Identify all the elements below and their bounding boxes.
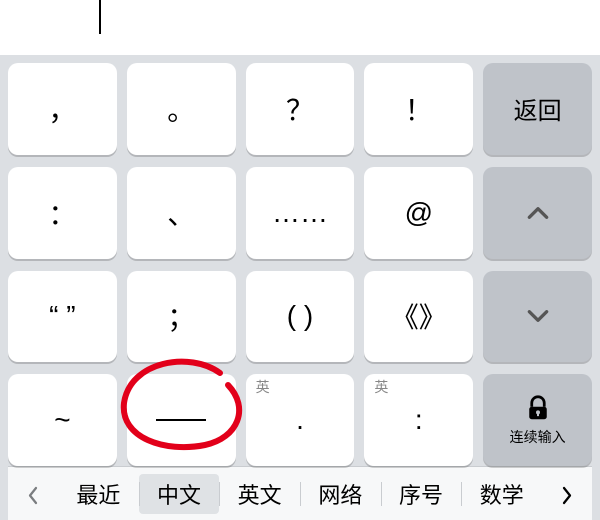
- key-parens[interactable]: ( ): [246, 271, 355, 363]
- key-label: @: [405, 197, 433, 229]
- key-mini-label: 英: [256, 380, 270, 394]
- symbol-keyboard: ， 。 ？ ！ 返回 ： 、 …… @ “ ” ； ( ) 《》 ~: [0, 55, 600, 520]
- key-label: ：: [48, 193, 76, 233]
- keyboard-row-3: “ ” ； ( ) 《》: [8, 271, 592, 363]
- key-page-down[interactable]: [483, 271, 592, 363]
- category-tab-label: 网络: [318, 478, 362, 510]
- key-colon-en[interactable]: 英 :: [364, 374, 473, 466]
- keyboard-row-2: ： 、 …… @: [8, 167, 592, 259]
- underline-glyph: [156, 419, 206, 421]
- key-label: ……: [272, 197, 328, 229]
- key-exclaim[interactable]: ！: [364, 63, 473, 155]
- key-label: “ ”: [49, 300, 75, 332]
- key-lock-continuous[interactable]: 连续输入: [483, 374, 592, 466]
- key-colon-cn[interactable]: ：: [8, 167, 117, 259]
- key-dot-en[interactable]: 英 .: [246, 374, 355, 466]
- category-tab[interactable]: 序号: [381, 474, 462, 514]
- key-underline[interactable]: [127, 374, 236, 466]
- chevron-down-icon: [525, 303, 551, 329]
- category-tab-label: 序号: [399, 478, 443, 510]
- lock-icon: [523, 393, 553, 423]
- category-tab-label: 英文: [238, 478, 282, 510]
- key-tilde[interactable]: ~: [8, 374, 117, 466]
- key-label: ？: [286, 89, 314, 129]
- category-tab[interactable]: 中文: [139, 474, 220, 514]
- key-comma[interactable]: ，: [8, 63, 117, 155]
- key-label: ；: [167, 296, 195, 336]
- key-label: ！: [405, 89, 433, 129]
- key-semicolon-cn[interactable]: ；: [127, 271, 236, 363]
- category-tab-bar: 最近 中文 英文 网络 序号 数学: [8, 466, 592, 520]
- key-dun[interactable]: 、: [127, 167, 236, 259]
- key-return[interactable]: 返回: [483, 63, 592, 155]
- text-input-area[interactable]: [0, 0, 600, 55]
- category-tab[interactable]: 网络: [300, 474, 381, 514]
- key-label: 。: [167, 89, 195, 129]
- category-tab[interactable]: 数学: [461, 474, 542, 514]
- key-label: 、: [167, 193, 195, 233]
- tabs-scroll-right[interactable]: [542, 467, 592, 520]
- category-tab[interactable]: 英文: [219, 474, 300, 514]
- key-at[interactable]: @: [364, 167, 473, 259]
- tabs-scroll-left[interactable]: [8, 467, 58, 520]
- category-tabs: 最近 中文 英文 网络 序号 数学: [58, 467, 542, 520]
- category-tab-label: 最近: [76, 478, 120, 510]
- key-label: :: [415, 404, 423, 436]
- key-label: ，: [48, 89, 76, 129]
- key-mini-label: 英: [374, 380, 388, 394]
- keyboard-row-4: ~ 英 . 英 : 连续输入: [8, 374, 592, 466]
- key-label: ~: [54, 404, 70, 436]
- key-book-brackets[interactable]: 《》: [364, 271, 473, 363]
- key-question[interactable]: ？: [246, 63, 355, 155]
- key-label: 《》: [391, 296, 447, 336]
- key-label: .: [296, 404, 304, 436]
- keyboard-rows: ， 。 ？ ！ 返回 ： 、 …… @ “ ” ； ( ) 《》 ~: [8, 63, 592, 466]
- text-cursor: [99, 0, 101, 34]
- key-quotes-cn[interactable]: “ ”: [8, 271, 117, 363]
- lock-label: 连续输入: [510, 427, 566, 447]
- key-ellipsis-cn[interactable]: ……: [246, 167, 355, 259]
- category-tab-label: 中文: [157, 478, 201, 510]
- category-tab-label: 数学: [480, 478, 524, 510]
- key-label: ( ): [287, 300, 313, 332]
- chevron-up-icon: [525, 200, 551, 226]
- chevron-left-icon: [24, 480, 42, 508]
- key-page-up[interactable]: [483, 167, 592, 259]
- key-period-cn[interactable]: 。: [127, 63, 236, 155]
- category-tab[interactable]: 最近: [58, 474, 139, 514]
- chevron-right-icon: [558, 480, 576, 508]
- keyboard-row-1: ， 。 ？ ！ 返回: [8, 63, 592, 155]
- key-label: 返回: [514, 91, 562, 126]
